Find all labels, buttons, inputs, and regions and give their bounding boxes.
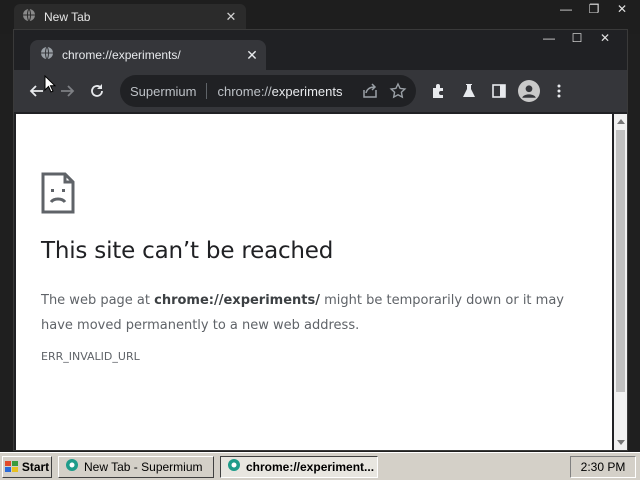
supermium-icon — [227, 458, 241, 475]
supermium-icon — [65, 458, 79, 475]
site-chip[interactable]: Supermium — [130, 84, 196, 99]
scrollbar-thumb[interactable] — [616, 130, 625, 392]
tab-experiments[interactable]: chrome://experiments/ ✕ — [30, 40, 266, 70]
minimize-button[interactable]: — — [552, 0, 580, 18]
omnibox-divider — [206, 83, 208, 99]
globe-icon — [22, 8, 36, 27]
forward-arrow-icon — [61, 85, 75, 97]
menu-button[interactable] — [544, 76, 574, 106]
windows-flag-icon — [4, 460, 18, 472]
error-url: chrome://experiments/ — [154, 293, 320, 308]
browser-window: — ☐ ✕ chrome://experiments/ ✕ Supermium … — [13, 29, 628, 451]
error-description: The web page at chrome://experiments/ mi… — [41, 288, 586, 338]
url-text[interactable]: chrome://experiments — [217, 84, 356, 99]
extensions-button[interactable] — [424, 76, 454, 106]
back-tab-new-tab[interactable]: New Tab ✕ — [14, 4, 246, 30]
sad-page-icon — [41, 172, 75, 219]
reload-icon — [91, 84, 103, 97]
address-bar[interactable]: Supermium chrome://experiments — [120, 75, 416, 107]
side-panel-icon — [492, 84, 506, 98]
tab-strip: chrome://experiments/ ✕ — [14, 40, 627, 70]
tab-title: chrome://experiments/ — [62, 48, 181, 62]
share-icon — [363, 83, 377, 98]
taskbar-item-label: New Tab - Supermium — [84, 459, 203, 474]
taskbar: Start New Tab - Supermium chrome://exper… — [0, 452, 640, 480]
taskbar-item-experiments[interactable]: chrome://experiment... — [220, 455, 378, 478]
puzzle-icon — [433, 84, 443, 98]
mouse-cursor-icon — [44, 74, 57, 98]
bookmark-button[interactable] — [384, 76, 412, 106]
page-content: This site can’t be reached The web page … — [16, 114, 612, 450]
scroll-up-arrow-icon[interactable] — [617, 119, 625, 124]
globe-icon — [40, 46, 54, 65]
kebab-menu-icon — [557, 84, 561, 98]
close-window-button[interactable]: ✕ — [608, 0, 636, 18]
url-scheme: chrome:// — [217, 83, 272, 99]
system-tray-clock[interactable]: 2:30 PM — [570, 456, 636, 478]
flask-icon — [463, 84, 475, 97]
star-icon — [389, 82, 407, 99]
labs-button[interactable] — [454, 76, 484, 106]
close-icon[interactable]: ✕ — [222, 9, 240, 25]
share-button[interactable] — [356, 76, 384, 106]
forward-button[interactable] — [52, 76, 82, 106]
start-label: Start — [21, 459, 50, 474]
toolbar: Supermium chrome://experiments — [14, 70, 627, 112]
url-host: experiments — [271, 83, 343, 99]
back-tab-title: New Tab — [44, 10, 91, 24]
back-window-controls: — ❐ ✕ — [552, 0, 636, 18]
error-code: ERR_INVALID_URL — [41, 350, 140, 363]
profile-button[interactable] — [514, 76, 544, 106]
taskbar-item-label: chrome://experiment... — [246, 459, 375, 474]
taskbar-item-new-tab[interactable]: New Tab - Supermium — [58, 455, 214, 478]
scroll-down-arrow-icon[interactable] — [617, 440, 625, 445]
toolbar-right-buttons — [424, 76, 574, 106]
avatar-icon — [518, 80, 540, 102]
clock-text: 2:30 PM — [580, 460, 626, 474]
error-title: This site can’t be reached — [41, 238, 334, 264]
start-button[interactable]: Start — [2, 455, 52, 478]
side-panel-button[interactable] — [484, 76, 514, 106]
error-desc-pre: The web page at — [41, 293, 155, 308]
reload-button[interactable] — [82, 76, 112, 106]
vertical-scrollbar[interactable] — [614, 114, 627, 450]
close-icon[interactable]: ✕ — [242, 47, 262, 64]
restore-button[interactable]: ❐ — [580, 0, 608, 18]
